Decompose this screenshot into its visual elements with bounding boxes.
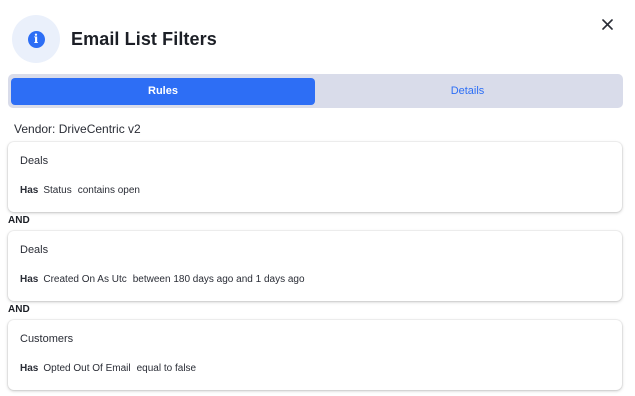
rule-operator: equal to false [136, 363, 197, 374]
rule-condition: Has Created On As Utc between 180 days ago… [20, 274, 305, 285]
dialog-title: Email List Filters [71, 29, 217, 49]
info-badge: i [12, 15, 60, 63]
close-button[interactable] [597, 14, 617, 34]
rule-operator: between 180 days ago and 1 days ago [132, 274, 305, 285]
tab-bar: Rules Details [8, 74, 623, 108]
rule-has-label: Has [20, 185, 39, 196]
vendor-label: Vendor: DriveCentric v2 [14, 122, 141, 136]
rule-card: Deals Has Created On As Utc between 180 da… [8, 231, 622, 301]
tab-details[interactable]: Details [315, 78, 620, 105]
dialog-header: i Email List Filters [0, 0, 635, 70]
rule-entity: Deals [20, 155, 49, 167]
info-icon: i [27, 30, 45, 48]
rule-entity: Deals [20, 244, 49, 256]
rule-condition: Has Status contains open [20, 185, 140, 196]
rule-has-label: Has [20, 274, 39, 285]
rule-entity: Customers [20, 333, 74, 345]
and-connector: AND [8, 215, 30, 226]
and-connector: AND [8, 304, 30, 315]
rule-operator: contains open [77, 185, 140, 196]
rule-has-label: Has [20, 363, 39, 374]
rule-condition: Has Opted Out Of Email equal to false [20, 363, 196, 374]
rule-field: Opted Out Of Email [43, 363, 131, 374]
close-icon [601, 18, 613, 30]
rule-card: Deals Has Status contains open [8, 142, 622, 212]
rule-field: Created On As Utc [43, 274, 127, 285]
tab-rules[interactable]: Rules [11, 78, 315, 105]
rule-card: Customers Has Opted Out Of Email equal to … [8, 320, 622, 390]
rule-field: Status [43, 185, 72, 196]
